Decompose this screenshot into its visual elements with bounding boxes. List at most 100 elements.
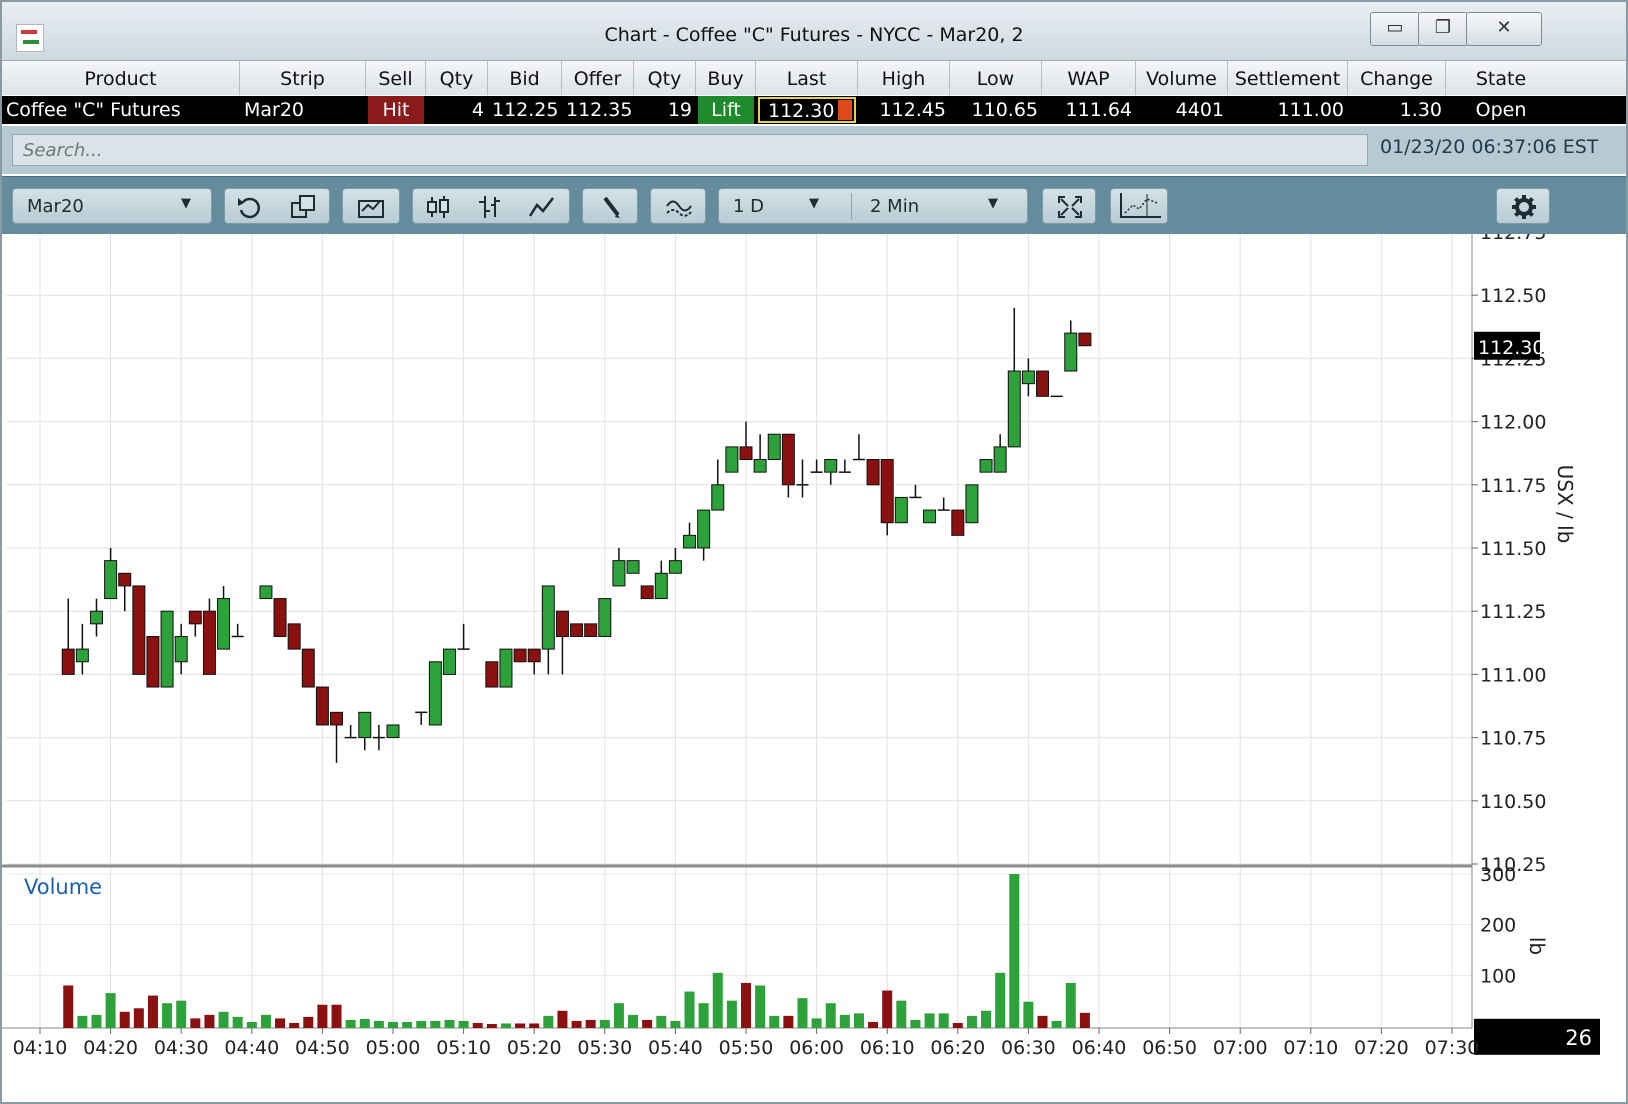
candle-body: [1078, 332, 1092, 347]
last-tick-flag: [838, 100, 852, 120]
header-wap[interactable]: WAP: [1042, 61, 1136, 95]
duplicate-icon[interactable]: [289, 193, 319, 221]
ohlc-bar-icon[interactable]: [475, 193, 505, 221]
candle-body: [188, 610, 202, 625]
volume-bar: [543, 1015, 554, 1028]
header-change[interactable]: Change: [1348, 61, 1446, 95]
volume-bar: [656, 1015, 667, 1028]
candle-body: [485, 661, 499, 688]
change-value: 1.30: [1399, 99, 1442, 121]
candle-body: [513, 648, 527, 663]
chevron-down-icon: ▼: [809, 196, 819, 211]
header-strip[interactable]: Strip: [240, 61, 366, 95]
header-buy[interactable]: Buy: [696, 61, 756, 95]
volume-bar: [147, 995, 158, 1028]
settings-icon: [1510, 193, 1538, 221]
header-offer[interactable]: Offer: [562, 61, 634, 95]
crosshair-button[interactable]: [1110, 188, 1168, 224]
volume-bar: [726, 1000, 737, 1028]
volume-bar: [204, 1014, 215, 1028]
candle-body: [442, 648, 456, 675]
strip-select[interactable]: Mar20 ▼: [12, 188, 212, 224]
line-chart-icon[interactable]: [527, 193, 557, 221]
volume-bar: [486, 1023, 497, 1028]
x-tick-label: 04:20: [83, 1037, 138, 1059]
quote-row[interactable]: Coffee "C" Futures Mar20 Hit 4 112.25 11…: [2, 96, 1626, 124]
volume-bar: [1079, 1012, 1090, 1028]
volume-bar: [317, 1004, 328, 1028]
candle-body: [259, 585, 273, 600]
hit-button[interactable]: Hit: [368, 96, 424, 124]
candle-body: [146, 635, 160, 688]
candle-body: [118, 572, 132, 587]
search-input[interactable]: [12, 134, 1368, 166]
volume-bar: [868, 1021, 879, 1028]
interval-select[interactable]: 2 Min ▼: [852, 189, 1028, 223]
restore-button[interactable]: ❐: [1418, 12, 1468, 46]
chart-area[interactable]: 112.75112.50112.25112.00111.75111.50111.…: [2, 234, 1626, 1102]
header-low[interactable]: Low: [950, 61, 1042, 95]
header-last[interactable]: Last: [756, 61, 858, 95]
volume-bar: [260, 1014, 271, 1028]
candle-body: [894, 496, 908, 524]
lift-button[interactable]: Lift: [698, 96, 754, 124]
volume-tick-label: 100: [1480, 965, 1516, 987]
volume-bar: [896, 1000, 907, 1028]
header-bid-qty[interactable]: Qty: [426, 61, 488, 95]
volume-bar: [500, 1023, 511, 1028]
candle-body: [541, 585, 555, 650]
volume-bar: [162, 1003, 173, 1028]
volume-bar: [190, 1018, 201, 1028]
fullscreen-button[interactable]: [1042, 188, 1096, 224]
x-tick-label: 06:20: [930, 1037, 985, 1059]
candle-body: [739, 446, 753, 461]
header-settlement[interactable]: Settlement: [1228, 61, 1348, 95]
close-button[interactable]: ✕: [1466, 12, 1542, 46]
y-tick-label: 111.50: [1480, 538, 1546, 560]
studies-button[interactable]: [650, 188, 706, 224]
header-state[interactable]: State: [1446, 61, 1556, 95]
y-tick-label: 112.50: [1480, 285, 1546, 307]
volume-bar: [1037, 1015, 1048, 1028]
volume-bar: [783, 1015, 794, 1028]
draw-pen-icon: [596, 193, 626, 221]
header-sell[interactable]: Sell: [366, 61, 426, 95]
candle-body: [89, 610, 103, 625]
volume-bar: [91, 1014, 102, 1028]
candle-body: [979, 459, 993, 473]
draw-button[interactable]: [582, 188, 638, 224]
restore-icon: ❐: [1434, 17, 1452, 38]
candle-body: [555, 610, 569, 637]
price-volume-chart[interactable]: 112.75112.50112.25112.00111.75111.50111.…: [2, 234, 1626, 1100]
x-tick-label: 06:00: [789, 1037, 844, 1059]
template-icon: [356, 193, 386, 221]
low-value: 110.65: [971, 99, 1038, 121]
reset-icon[interactable]: [235, 193, 265, 221]
interval-select-value: 2 Min: [870, 196, 920, 217]
title-bar[interactable]: Chart - Coffee "C" Futures - NYCC - Mar2…: [2, 2, 1626, 61]
template-button[interactable]: [342, 188, 400, 224]
candle-body: [160, 610, 174, 688]
candle-body: [132, 585, 146, 675]
header-volume[interactable]: Volume: [1136, 61, 1228, 95]
header-high[interactable]: High: [858, 61, 950, 95]
header-product[interactable]: Product: [2, 61, 240, 95]
volume-bar: [303, 1016, 314, 1028]
volume-bar: [557, 1010, 568, 1028]
volume-bar: [331, 1004, 342, 1028]
high-value: 112.45: [879, 99, 946, 121]
header-bid[interactable]: Bid: [488, 61, 562, 95]
minimize-button[interactable]: ▭: [1370, 12, 1420, 46]
candle-body: [880, 459, 894, 524]
volume-bar: [416, 1020, 427, 1028]
x-tick-label: 05:40: [648, 1037, 703, 1059]
studies-icon: [664, 193, 694, 221]
candle-body: [654, 572, 668, 600]
volume-bar: [232, 1016, 243, 1028]
settings-button[interactable]: [1496, 188, 1550, 224]
range-select[interactable]: 1 D ▼: [719, 189, 851, 223]
volume-bar: [966, 1015, 977, 1028]
header-offer-qty[interactable]: Qty: [634, 61, 696, 95]
candlestick-icon[interactable]: [423, 193, 453, 221]
volume-bar: [571, 1020, 582, 1028]
